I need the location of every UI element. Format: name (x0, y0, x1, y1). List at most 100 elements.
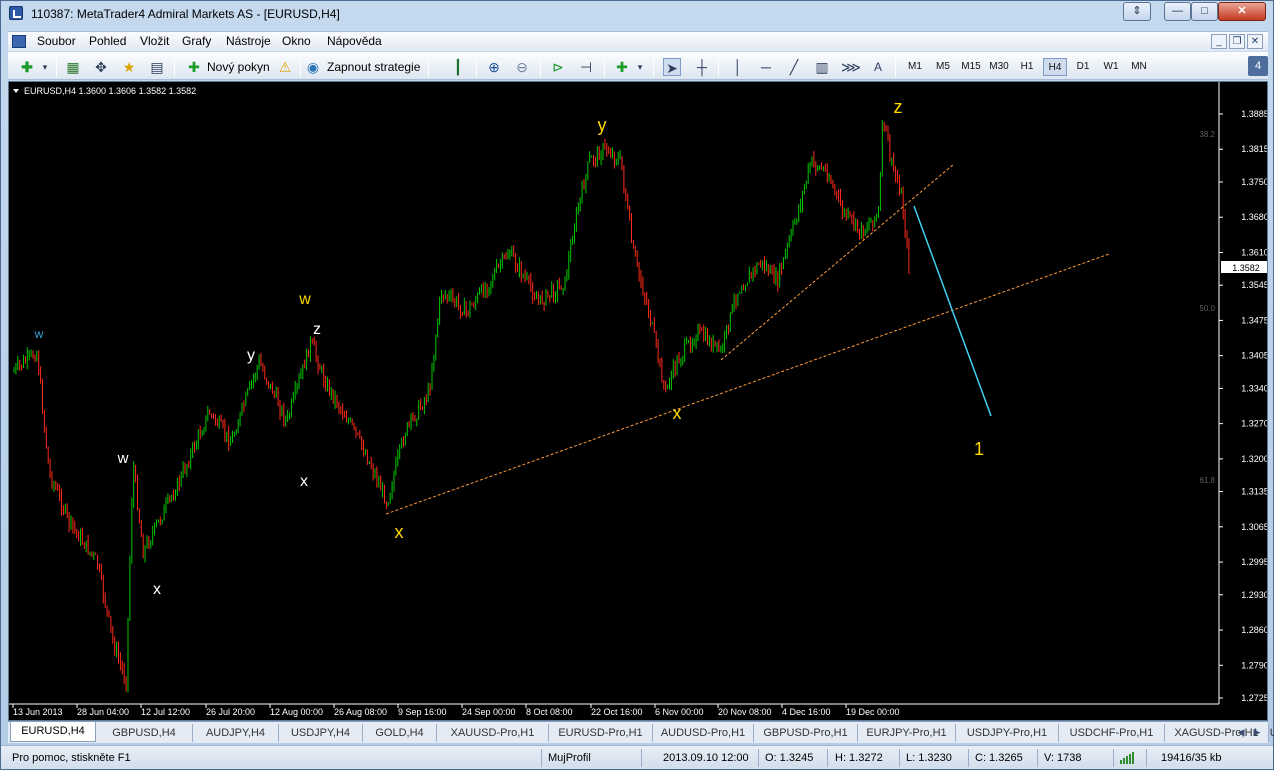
price-label: 1.3815 (1241, 144, 1267, 154)
text-icon[interactable]: A (869, 58, 887, 76)
date-label: 12 Aug 00:00 (270, 707, 323, 717)
fibonacci-icon[interactable]: ⋙ (841, 58, 861, 76)
price-label: 1.3680 (1241, 212, 1267, 222)
maximize-button[interactable]: □ (1191, 2, 1218, 21)
navigator-icon[interactable]: ▤ (148, 58, 166, 76)
chart-area[interactable]: 1.3885 1.3815 1.3750 1.3680 1.3610 1.3545 1.34… (8, 81, 1268, 721)
status-high: H: 1.3272 (835, 752, 883, 764)
price-label: 1.3065 (1241, 522, 1267, 532)
status-low: L: 1.3230 (906, 752, 952, 764)
wave-label: y (247, 347, 255, 364)
vertical-line-icon[interactable]: │ (729, 58, 747, 76)
channel-icon[interactable]: ▥ (813, 58, 831, 76)
menu-napoveda[interactable]: Nápověda (327, 34, 382, 48)
tab-scroll-right-icon[interactable]: ▶ (1250, 725, 1264, 739)
timeframe-w1[interactable]: W1 (1099, 58, 1123, 76)
date-label: 19 Dec 00:00 (846, 707, 900, 717)
cursor-icon[interactable]: ➤ (663, 58, 681, 76)
autotrading-button[interactable]: Zapnout strategie (327, 56, 420, 78)
mdi-restore-icon[interactable]: ❐ (1229, 34, 1245, 49)
chart-tabs: EURUSD,H4 GBPUSD,H4 AUDJPY,H4 USDJPY,H4 GOLD… (8, 721, 1274, 743)
chart-tab[interactable]: AUDUSD-Pro,H1 (653, 724, 754, 742)
chart-tab[interactable]: GBPUSD,H4 (96, 724, 193, 742)
chart-shift-icon[interactable]: ⊣ (577, 58, 595, 76)
tab-scroll-left-icon[interactable]: ◀ (1234, 725, 1248, 739)
status-close: C: 1.3265 (975, 752, 1023, 764)
indicators-icon[interactable]: ✚ (613, 58, 631, 76)
timeframe-mn[interactable]: MN (1127, 58, 1151, 76)
horizontal-line-icon[interactable]: ─ (757, 58, 775, 76)
toolbar: ✚ ▾ ▦ ✥ ★ ▤ ✚ Nový pokyn ⚠ ◉ Zapnout str… (8, 52, 1268, 80)
timeframe-d1[interactable]: D1 (1071, 58, 1095, 76)
status-volume: V: 1738 (1044, 752, 1082, 764)
timeframe-h4[interactable]: H4 (1043, 58, 1067, 76)
menu-pohled[interactable]: Pohled (89, 34, 126, 48)
title-bar[interactable]: 110387: MetaTrader4 Admiral Markets AS -… (1, 1, 1273, 27)
wave-label: 1 (974, 439, 984, 459)
new-order-icon[interactable]: ✚ (185, 58, 203, 76)
restore-icon[interactable]: ⇕ (1123, 2, 1151, 21)
chart-tab[interactable]: USDJPY,H4 (279, 724, 363, 742)
menu-nastroje[interactable]: Nástroje (226, 34, 271, 48)
timeframe-m5[interactable]: M5 (931, 58, 955, 76)
date-label: 26 Jul 20:00 (206, 707, 255, 717)
fib-level-label: 50.0 (1199, 304, 1215, 313)
wave-label: w (117, 450, 129, 467)
date-label: 22 Oct 16:00 (591, 707, 643, 717)
menu-bar: Soubor Pohled Vložit Grafy Nástroje Okno… (8, 31, 1268, 51)
price-label: 1.3270 (1241, 419, 1267, 429)
price-label: 1.3200 (1241, 454, 1267, 464)
menu-okno[interactable]: Okno (282, 34, 311, 48)
timeframe-h1[interactable]: H1 (1015, 58, 1039, 76)
zoom-in-icon[interactable]: ⊕ (485, 58, 503, 76)
price-label: 1.3405 (1241, 351, 1267, 361)
chart-tab[interactable]: USDJPY-Pro,H1 (956, 724, 1059, 742)
zoom-out-icon[interactable]: ⊖ (513, 58, 531, 76)
connection-status-icon[interactable] (1120, 752, 1136, 764)
chart-tab[interactable]: XAUUSD-Pro,H1 (437, 724, 549, 742)
price-label: 1.2930 (1241, 590, 1267, 600)
bar-chart-icon[interactable]: ┃ (449, 58, 467, 76)
chart-tab[interactable]: AUDJPY,H4 (193, 724, 279, 742)
mdi-close-icon[interactable]: ✕ (1247, 34, 1263, 49)
autoscroll-icon[interactable]: ⊳ (549, 58, 567, 76)
status-profile[interactable]: MujProfil (548, 750, 591, 766)
crosshair-icon[interactable]: ✥ (92, 58, 110, 76)
chart-tab[interactable]: GOLD,H4 (363, 724, 437, 742)
timeframe-m30[interactable]: M30 (987, 58, 1011, 76)
price-label: 1.3545 (1241, 280, 1267, 290)
fib-level-label: 38.2 (1199, 130, 1215, 139)
chart-tab[interactable]: GBPUSD-Pro,H1 (754, 724, 858, 742)
profiles-icon[interactable]: ▦ (64, 58, 82, 76)
menu-grafy[interactable]: Grafy (182, 34, 211, 48)
autotrading-icon[interactable]: ◉ (304, 58, 322, 76)
new-chart-icon[interactable]: ✚ (18, 58, 36, 76)
menu-soubor[interactable]: Soubor (37, 34, 76, 48)
new-order-button[interactable]: Nový pokyn (207, 56, 270, 78)
chart-tab[interactable]: EURUSD-Pro,H1 (549, 724, 653, 742)
crosshair-tool-icon[interactable]: ┼ (693, 58, 711, 76)
chart-tab[interactable]: USDCHF-Pro,H1 (1059, 724, 1165, 742)
timeframe-m1[interactable]: M1 (903, 58, 927, 76)
chart-window-icon[interactable] (12, 35, 26, 48)
timeframe-m15[interactable]: M15 (959, 58, 983, 76)
favorites-icon[interactable]: ★ (120, 58, 138, 76)
chart-tab[interactable]: USDCAI (1269, 724, 1274, 742)
current-price-label: 1.3582 (1232, 263, 1260, 273)
minimize-button[interactable]: — (1164, 2, 1191, 21)
alert-icon[interactable]: ⚠ (276, 58, 294, 76)
projection-line (913, 205, 992, 417)
chart-tab[interactable]: EURUSD,H4 (10, 722, 96, 742)
date-label: 20 Nov 08:00 (718, 707, 772, 717)
close-button[interactable]: ✕ (1218, 2, 1266, 21)
chevron-down-icon[interactable]: ▾ (631, 58, 649, 76)
menu-vlozit[interactable]: Vložit (140, 34, 169, 48)
notification-badge[interactable]: 4 (1248, 56, 1268, 76)
date-label: 13 Jun 2013 (13, 707, 63, 717)
trendline-icon[interactable]: ╱ (785, 58, 803, 76)
price-chart[interactable]: 1.3885 1.3815 1.3750 1.3680 1.3610 1.3545 1.34… (9, 82, 1267, 720)
chart-tab[interactable]: EURJPY-Pro,H1 (858, 724, 956, 742)
mdi-minimize-icon[interactable]: _ (1211, 34, 1227, 49)
chevron-down-icon[interactable]: ▾ (36, 58, 54, 76)
wave-label: y (598, 115, 607, 135)
